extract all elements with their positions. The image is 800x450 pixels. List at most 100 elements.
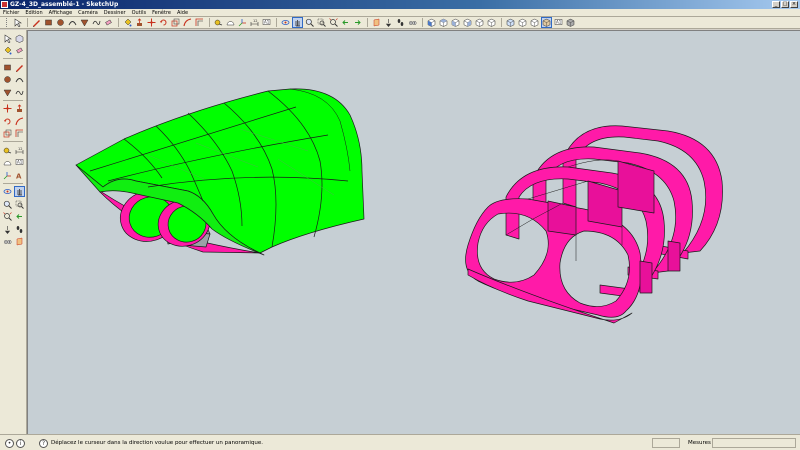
tool-arc-button[interactable] [14,74,25,85]
tool-zoom-window-button[interactable] [14,199,25,210]
tool-offset-button[interactable] [14,128,25,139]
tool-pan-button[interactable] [13,186,25,198]
toolbar-circle-button[interactable] [55,17,66,28]
tool-rectangle-button[interactable] [2,62,13,73]
menu-fenetre[interactable]: Fenêtre [152,9,171,17]
toolbar-top-view-button[interactable] [438,17,449,28]
magenta-ribs-model[interactable] [465,125,723,324]
menu-camera[interactable]: Caméra [78,9,98,17]
tool-select-arrow-button[interactable] [2,33,13,44]
menu-affichage[interactable]: Affichage [49,9,73,17]
toolbar-previous-view-button[interactable] [340,17,351,28]
toolbar-section-plane-button[interactable] [371,17,382,28]
toolbar-grip[interactable] [6,18,8,27]
toolbar-text-button[interactable]: A1 [261,17,272,28]
tool-look-around-button[interactable] [2,236,13,247]
toolbar-push-pull-button[interactable] [134,17,145,28]
green-shell-model[interactable] [75,88,365,256]
tool-tape-measure-button[interactable] [2,145,13,156]
toolbar-monochrome-style-button[interactable] [565,17,576,28]
toolbar-freehand-button[interactable] [91,17,102,28]
toolbar-zoom-window-button[interactable] [316,17,327,28]
toolbar-front-view-button[interactable] [450,17,461,28]
toolbar-paint-bucket-button[interactable] [122,17,133,28]
tool-zoom-extents-button[interactable] [2,211,13,222]
tool-paint-bucket-button[interactable] [2,45,13,56]
toolbar-zoom-extents-button[interactable] [328,17,339,28]
toolbar-arc-button[interactable] [67,17,78,28]
toolbar-tape-measure-button[interactable] [213,17,224,28]
tool-polygon-button[interactable] [2,87,13,98]
toolbar-polygon-button[interactable] [79,17,90,28]
toolbar-rotate-button[interactable] [158,17,169,28]
toolbar-zoom-button[interactable] [304,17,315,28]
toolbar-move-button[interactable] [146,17,157,28]
left-view-icon [487,18,496,27]
toolbar-xray-style-button[interactable] [505,17,516,28]
help-icon[interactable]: ? [39,439,48,448]
tool-walk-button[interactable] [14,224,25,235]
menu-fichier[interactable]: Fichier [3,9,19,17]
toolbar-dimension-button[interactable]: 12 [249,17,260,28]
menu-edition[interactable]: Edition [25,9,42,17]
tool-scale-button[interactable] [2,128,13,139]
sketchup-app-icon[interactable] [1,1,8,8]
toolbar-shaded-style-button[interactable] [541,17,552,28]
toolbar-scale-button[interactable] [170,17,181,28]
tool-position-camera-button[interactable] [2,224,13,235]
tool-orbit-button[interactable] [2,186,13,197]
toolbar-iso-view-button[interactable] [426,17,437,28]
tool-section-plane-button[interactable] [14,236,25,247]
menu-dessiner[interactable]: Dessiner [104,9,126,17]
section-plane-icon [15,237,24,246]
credits-status-icon[interactable]: i [16,439,25,448]
toolbar-hidden-line-style-button[interactable] [529,17,540,28]
toolbar-next-view-button[interactable] [352,17,363,28]
tool-previous-view-button[interactable] [14,211,25,222]
tool-rotate-button[interactable] [2,116,13,127]
tool-text-button[interactable]: A1 [14,157,25,168]
toolbar-rectangle-button[interactable] [43,17,54,28]
tool-protractor-button[interactable] [2,157,13,168]
toolbar-look-around-button[interactable] [407,17,418,28]
tool-axes-button[interactable] [2,170,13,181]
georef-status-icon[interactable]: • [5,439,14,448]
tool-freehand-button[interactable] [14,87,25,98]
tool-circle-button[interactable] [2,74,13,85]
toolbar-walk-button[interactable] [395,17,406,28]
maximize-button[interactable]: □ [781,1,789,8]
toolbar-axes-button[interactable] [237,17,248,28]
toolbar-protractor-button[interactable] [225,17,236,28]
tool-eraser-button[interactable] [14,45,25,56]
toolbar-shaded-texture-style-button[interactable]: A1 [553,17,564,28]
toolbar-pencil-line-button[interactable] [31,17,42,28]
tool-component-button[interactable] [14,33,25,44]
menu-outils[interactable]: Outils [132,9,146,17]
tool-dimension-button[interactable]: 12 [14,145,25,156]
previous-view-icon [15,212,24,221]
toolbar-right-view-button[interactable] [462,17,473,28]
tool-move-button[interactable] [2,103,13,114]
tool-zoom-button[interactable] [2,199,13,210]
minimize-button[interactable]: _ [772,1,780,8]
menu-aide[interactable]: Aide [177,9,188,17]
toolbar-follow-me-button[interactable] [182,17,193,28]
status-bar: • i ? Déplacez le curseur dans la direct… [0,434,800,450]
tool-3d-text-button[interactable]: A [14,170,25,181]
close-button[interactable]: × [790,1,798,8]
tool-pencil-line-button[interactable] [14,62,25,73]
toolbar-camera-button[interactable] [383,17,394,28]
toolbar-left-view-button[interactable] [486,17,497,28]
tool-push-pull-button[interactable] [14,103,25,114]
tool-follow-me-button[interactable] [14,116,25,127]
toolbar-orbit-button[interactable] [280,17,291,28]
model-viewport[interactable] [27,30,800,434]
toolbar-eraser-button[interactable] [103,17,114,28]
circle-icon [56,18,65,27]
measurements-input[interactable] [712,438,796,448]
toolbar-back-view-button[interactable] [474,17,485,28]
toolbar-wireframe-style-button[interactable] [517,17,528,28]
toolbar-select-arrow-button[interactable] [12,17,23,28]
toolbar-pan-button[interactable] [292,17,303,28]
toolbar-offset-button[interactable] [194,17,205,28]
